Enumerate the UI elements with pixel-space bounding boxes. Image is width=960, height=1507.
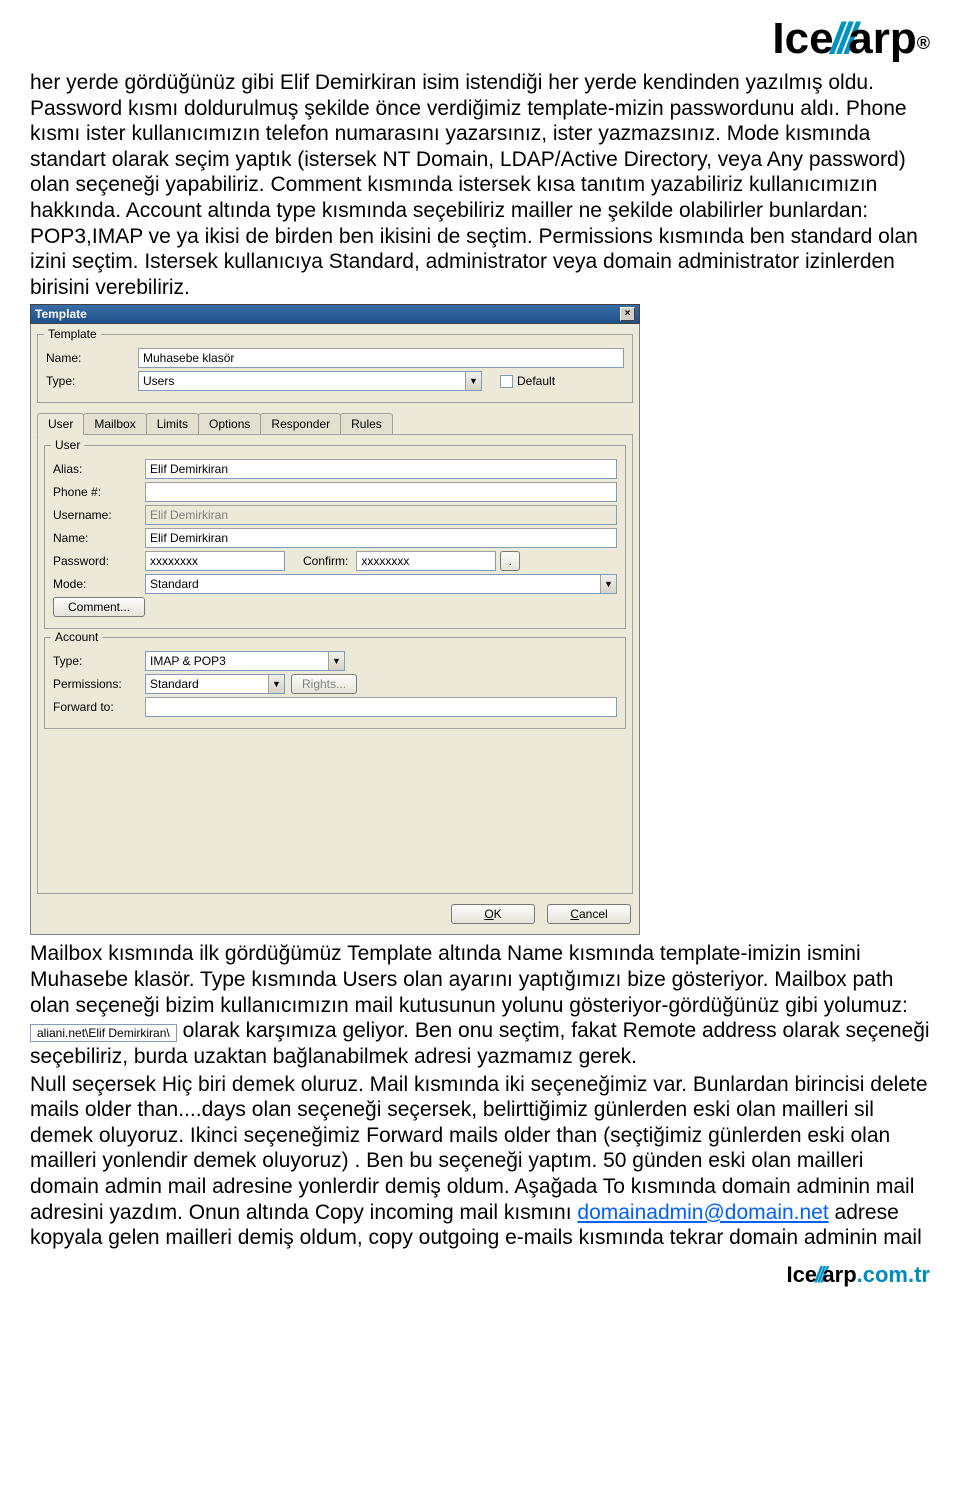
type-label: Type: bbox=[46, 374, 138, 388]
template-type-select[interactable]: Users ▼ bbox=[138, 371, 482, 391]
user-groupbox: User Alias: Phone #: Username: Name: bbox=[44, 445, 626, 629]
confirm-label: Confirm: bbox=[303, 554, 348, 568]
logo-part-1: Ice bbox=[772, 14, 833, 64]
logo-part-3: arp bbox=[848, 14, 916, 64]
confirm-input[interactable] bbox=[356, 551, 496, 571]
null-paragraph: Null seçersek Hiç biri demek oluruz. Mai… bbox=[30, 1072, 930, 1251]
permissions-value: Standard bbox=[150, 677, 199, 691]
mode-select[interactable]: Standard ▼ bbox=[145, 574, 617, 594]
alias-label: Alias: bbox=[53, 462, 145, 476]
cancel-rest: ancel bbox=[579, 907, 608, 921]
default-checkbox[interactable] bbox=[500, 375, 513, 388]
alias-input[interactable] bbox=[145, 459, 617, 479]
tab-mailbox[interactable]: Mailbox bbox=[83, 413, 146, 434]
password-input[interactable] bbox=[145, 551, 285, 571]
domainadmin-email-link[interactable]: domainadmin@domain.net bbox=[577, 1201, 828, 1224]
password-label: Password: bbox=[53, 554, 145, 568]
tab-rules[interactable]: Rules bbox=[340, 413, 393, 434]
permissions-select[interactable]: Standard ▼ bbox=[145, 674, 285, 694]
mode-value: Standard bbox=[150, 577, 199, 591]
footer-logo-1: Ice bbox=[786, 1262, 817, 1287]
chevron-down-icon[interactable]: ▼ bbox=[268, 675, 284, 693]
intro-paragraph: her yerde gördüğünüz gibi Elif Demirkira… bbox=[30, 70, 930, 300]
ok-button[interactable]: OK bbox=[451, 904, 535, 924]
default-label: Default bbox=[517, 374, 555, 388]
mailbox-path-box: aliani.net\Elif Demirkiran\ bbox=[30, 1024, 177, 1043]
password-extra-button[interactable]: . bbox=[500, 551, 520, 571]
dialog-titlebar: Template × bbox=[30, 304, 640, 324]
tab-user-body: User Alias: Phone #: Username: Name: bbox=[37, 435, 633, 894]
template-dialog: Template × Template Name: Type: Users ▼ … bbox=[30, 304, 640, 935]
account-type-value: IMAP & POP3 bbox=[150, 654, 226, 668]
dialog-tabs: User Mailbox Limits Options Responder Ru… bbox=[37, 413, 633, 435]
cancel-underline: C bbox=[570, 907, 579, 921]
default-checkbox-wrap[interactable]: Default bbox=[500, 374, 555, 388]
forward-to-input[interactable] bbox=[145, 697, 617, 717]
ok-rest: K bbox=[494, 907, 502, 921]
cancel-button[interactable]: Cancel bbox=[547, 904, 631, 924]
template-groupbox: Template Name: Type: Users ▼ Default bbox=[37, 334, 633, 403]
account-type-select[interactable]: IMAP & POP3 ▼ bbox=[145, 651, 345, 671]
username-input bbox=[145, 505, 617, 525]
page-header: Ice///arp® bbox=[30, 14, 930, 64]
template-legend: Template bbox=[44, 327, 101, 341]
account-type-label: Type: bbox=[53, 654, 145, 668]
chevron-down-icon[interactable]: ▼ bbox=[328, 652, 344, 670]
dialog-title: Template bbox=[35, 307, 87, 321]
footer-logo-3: arp bbox=[822, 1262, 856, 1287]
user-name-label: Name: bbox=[53, 531, 145, 545]
account-groupbox: Account Type: IMAP & POP3 ▼ Permissions:… bbox=[44, 637, 626, 729]
account-legend: Account bbox=[51, 630, 102, 644]
tab-user[interactable]: User bbox=[37, 413, 84, 435]
template-type-value: Users bbox=[143, 374, 174, 388]
tab-responder[interactable]: Responder bbox=[260, 413, 341, 434]
tab-limits[interactable]: Limits bbox=[146, 413, 199, 434]
dialog-button-row: OK Cancel bbox=[37, 900, 633, 928]
phone-label: Phone #: bbox=[53, 485, 145, 499]
mailbox-paragraph: Mailbox kısmında ilk gördüğümüz Template… bbox=[30, 941, 930, 1069]
chevron-down-icon[interactable]: ▼ bbox=[465, 372, 481, 390]
logo-reg: ® bbox=[917, 33, 930, 54]
permissions-label: Permissions: bbox=[53, 677, 145, 691]
rights-button: Rights... bbox=[291, 674, 357, 694]
dialog-body: Template Name: Type: Users ▼ Default Use… bbox=[30, 324, 640, 935]
mode-label: Mode: bbox=[53, 577, 145, 591]
forward-to-label: Forward to: bbox=[53, 700, 145, 714]
template-name-input[interactable] bbox=[138, 348, 624, 368]
footer-domain: .com.tr bbox=[857, 1262, 930, 1287]
tab-empty-area bbox=[44, 737, 626, 887]
username-label: Username: bbox=[53, 508, 145, 522]
name-label: Name: bbox=[46, 351, 138, 365]
comment-button[interactable]: Comment... bbox=[53, 597, 145, 617]
ok-underline: O bbox=[484, 907, 493, 921]
mailbox-para-a: Mailbox kısmında ilk gördüğümüz Template… bbox=[30, 942, 908, 1016]
icewarp-logo: Ice///arp® bbox=[772, 14, 930, 64]
page-footer: Ice///arp.com.tr bbox=[0, 1258, 960, 1298]
tab-options[interactable]: Options bbox=[198, 413, 261, 434]
phone-input[interactable] bbox=[145, 482, 617, 502]
user-legend: User bbox=[51, 438, 84, 452]
user-name-input[interactable] bbox=[145, 528, 617, 548]
chevron-down-icon[interactable]: ▼ bbox=[600, 575, 616, 593]
close-icon[interactable]: × bbox=[620, 307, 635, 321]
